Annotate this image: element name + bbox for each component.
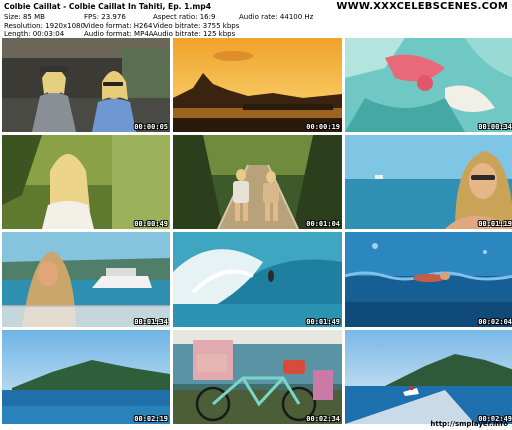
frame-image <box>2 135 170 229</box>
timestamp: 00:02:34 <box>306 415 340 423</box>
timestamp: 00:02:19 <box>134 415 168 423</box>
frame-image <box>345 135 512 229</box>
footer-url: http://smplayer.info <box>430 420 508 428</box>
timestamp: 00:01:34 <box>134 318 168 326</box>
frame-image <box>2 232 170 327</box>
thumbnail-frame: 00:01:49 <box>173 232 342 327</box>
thumbnail-frame: 00:00:19 <box>173 38 342 132</box>
timestamp: 00:00:19 <box>306 123 340 131</box>
frame-image <box>173 135 342 229</box>
thumbnail-frame: 00:00:05 <box>2 38 170 132</box>
thumbnail-frame: 00:02:04 <box>345 232 512 327</box>
timestamp: 00:01:19 <box>478 220 512 228</box>
fps: FPS: 23.976 <box>84 13 126 21</box>
site-watermark: WWW.XXXCELEBSCENES.COM <box>336 1 508 12</box>
thumbnail-frame: 00:01:34 <box>2 232 170 327</box>
resolution: Resolution: 1920x1080 <box>4 21 85 30</box>
thumbnail-frame: 00:02:49 <box>345 330 512 424</box>
frame-image <box>2 330 170 424</box>
video-bitrate: Video bitrate: 3755 kbps <box>153 21 240 30</box>
thumbnail-frame: 00:00:49 <box>2 135 170 229</box>
timestamp: 00:00:34 <box>478 123 512 131</box>
timestamp: 00:01:49 <box>306 318 340 326</box>
info-row: Resolution: 1920x1080 Video format: H264… <box>4 22 313 31</box>
info-row: Size: 85 MB FPS: 23.976 Aspect ratio: 16… <box>4 13 313 22</box>
video-format: Video format: H264 <box>84 21 153 30</box>
thumbnail-frame: 00:01:04 <box>173 135 342 229</box>
frame-image <box>173 330 342 424</box>
frame-image <box>345 232 512 327</box>
video-title: Colbie Caillat - Colbie Caillat In Tahit… <box>4 2 211 11</box>
thumbnail-frame: 00:02:19 <box>2 330 170 424</box>
thumbnail-frame: 00:01:19 <box>345 135 512 229</box>
audio-rate: Audio rate: 44100 Hz <box>239 13 314 21</box>
frame-image <box>173 232 342 327</box>
timestamp: 00:01:04 <box>306 220 340 228</box>
frame-image <box>345 38 512 132</box>
timestamp: 00:02:04 <box>478 318 512 326</box>
frame-image <box>345 330 512 424</box>
thumbnail-grid: 00:00:05 00:00:19 00:00:34 00:00:49 00:0… <box>2 38 512 424</box>
file-size: Size: 85 MB <box>4 13 45 21</box>
frame-image <box>2 38 170 132</box>
video-info: Size: 85 MB FPS: 23.976 Aspect ratio: 16… <box>4 13 313 39</box>
aspect-ratio: Aspect ratio: 16:9 <box>153 13 216 21</box>
frame-image <box>173 38 342 132</box>
timestamp: 00:00:49 <box>134 220 168 228</box>
thumbnail-frame: 00:00:34 <box>345 38 512 132</box>
thumbnail-frame: 00:02:34 <box>173 330 342 424</box>
timestamp: 00:00:05 <box>134 123 168 131</box>
